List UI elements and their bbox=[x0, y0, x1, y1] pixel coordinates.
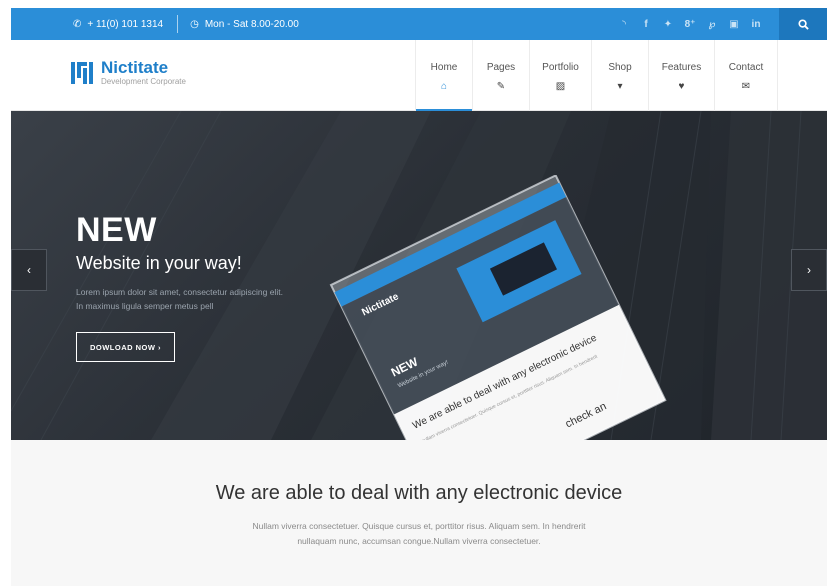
linkedin-icon[interactable]: in bbox=[745, 19, 767, 30]
nav-label: Home bbox=[430, 62, 458, 73]
hero-subtitle: Website in your way! bbox=[76, 253, 242, 273]
divider bbox=[177, 15, 179, 33]
nav-label: Features bbox=[661, 62, 702, 73]
twitter-icon[interactable]: ✦ bbox=[657, 19, 679, 30]
phone-number: + 11(0) 101 1314 bbox=[87, 18, 164, 30]
chevron-right-icon: › bbox=[807, 263, 811, 277]
logo[interactable]: Nictitate Development Corporate bbox=[71, 59, 186, 86]
heart-icon: ♥ bbox=[678, 81, 685, 92]
search-icon bbox=[797, 18, 809, 30]
hero-title: NEW bbox=[76, 211, 157, 249]
nav-pages[interactable]: Pages ✎ bbox=[472, 40, 529, 111]
phone-icon: ✆ bbox=[73, 18, 82, 30]
nav-label: Portfolio bbox=[542, 62, 579, 73]
nav-portfolio[interactable]: Portfolio ▨ bbox=[529, 40, 591, 111]
instagram-icon[interactable]: ▣ bbox=[723, 19, 745, 30]
chevron-left-icon: ‹ bbox=[27, 263, 31, 277]
rss-icon[interactable]: ◝ bbox=[613, 19, 635, 30]
edit-icon: ✎ bbox=[496, 81, 506, 92]
main-nav: Home ⌂ Pages ✎ Portfolio ▨ Shop ▾ Featur… bbox=[415, 40, 778, 112]
logo-name: Nictitate bbox=[101, 58, 169, 77]
slider-prev-button[interactable]: ‹ bbox=[11, 249, 47, 291]
clock-icon: ◷ bbox=[190, 18, 199, 30]
hero-text: Lorem ipsum dolor sit amet, consectetur … bbox=[76, 287, 283, 311]
social-links: ◝ f ✦ 8⁺ ℘ ▣ in bbox=[613, 8, 767, 40]
section-text: Nullam viverra consectetuer. Quisque cur… bbox=[252, 521, 586, 546]
site-header: Nictitate Development Corporate Home ⌂ P… bbox=[11, 40, 827, 112]
logo-mark-icon bbox=[71, 61, 93, 84]
device-mockup: Nictitate NEW Website in your way! We ar… bbox=[329, 175, 667, 440]
nav-label: Shop bbox=[608, 62, 632, 73]
nav-home[interactable]: Home ⌂ bbox=[415, 40, 472, 112]
nav-label: Pages bbox=[486, 62, 516, 73]
nav-features[interactable]: Features ♥ bbox=[648, 40, 714, 111]
mail-icon: ✉ bbox=[741, 81, 751, 92]
pinterest-icon[interactable]: ℘ bbox=[701, 19, 723, 30]
page: ✆ + 11(0) 101 1314 ◷ Mon - Sat 8.00-20.0… bbox=[11, 8, 827, 586]
download-now-button[interactable]: DOWLOAD NOW › bbox=[76, 332, 175, 362]
google-plus-icon[interactable]: 8⁺ bbox=[679, 19, 701, 30]
nav-contact[interactable]: Contact ✉ bbox=[714, 40, 778, 111]
hero-slider: Nictitate NEW Website in your way! We ar… bbox=[11, 111, 827, 440]
search-button[interactable] bbox=[779, 8, 827, 40]
logo-tagline: Development Corporate bbox=[101, 77, 186, 86]
opening-hours: Mon - Sat 8.00-20.00 bbox=[204, 18, 299, 30]
cart-icon: ▾ bbox=[617, 81, 623, 92]
nav-shop[interactable]: Shop ▾ bbox=[591, 40, 648, 111]
top-bar: ✆ + 11(0) 101 1314 ◷ Mon - Sat 8.00-20.0… bbox=[11, 8, 827, 40]
nav-label: Contact bbox=[728, 62, 764, 73]
contact-info: ✆ + 11(0) 101 1314 ◷ Mon - Sat 8.00-20.0… bbox=[73, 8, 299, 40]
section-title: We are able to deal with any electronic … bbox=[215, 482, 623, 504]
image-icon: ▨ bbox=[555, 81, 566, 92]
home-icon: ⌂ bbox=[440, 81, 448, 92]
facebook-icon[interactable]: f bbox=[635, 19, 657, 30]
slider-next-button[interactable]: › bbox=[791, 249, 827, 291]
